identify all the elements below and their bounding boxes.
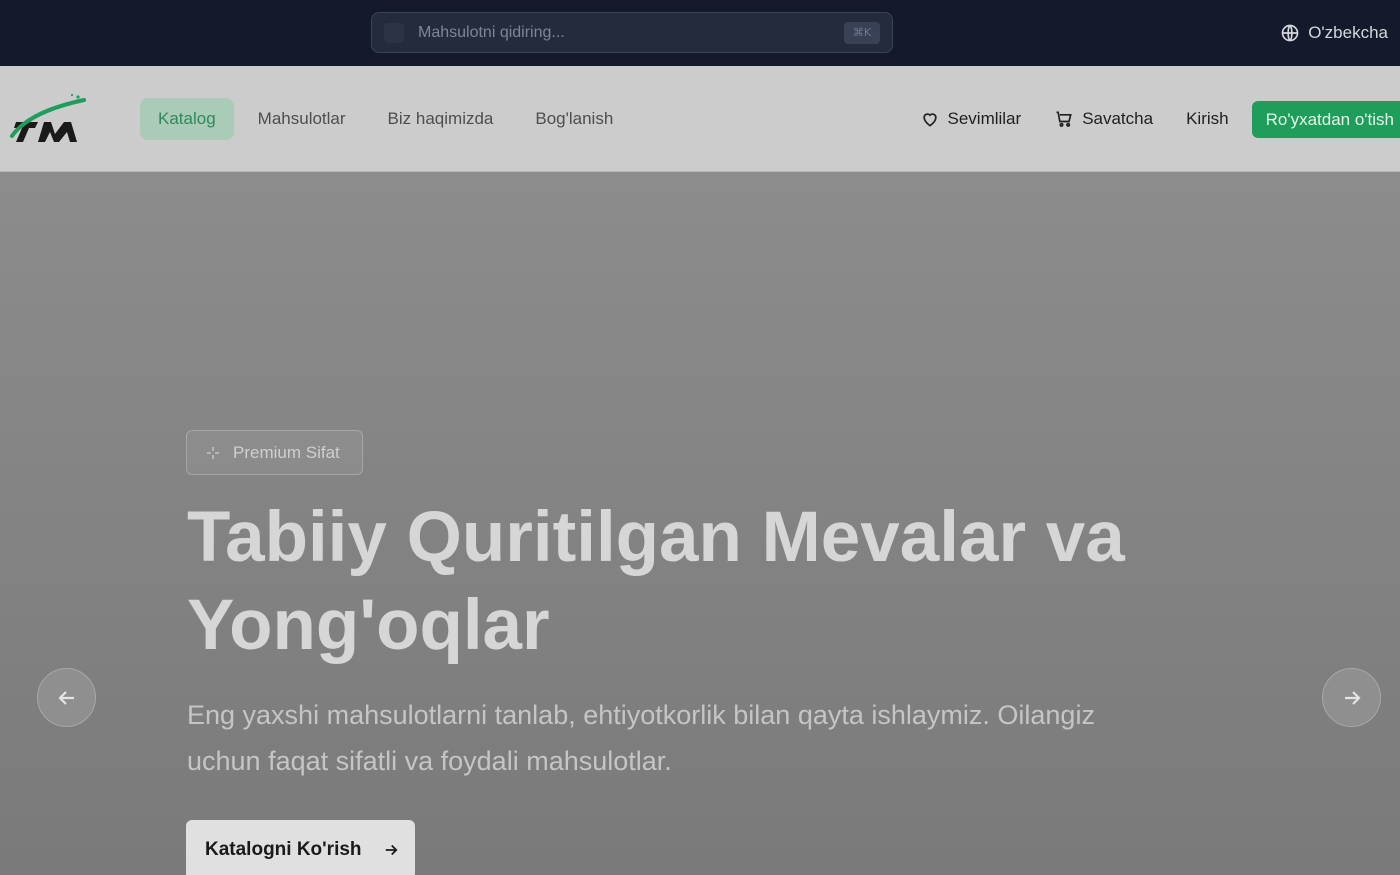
nav-link-katalog[interactable]: Katalog — [140, 98, 234, 140]
carousel-next-button[interactable] — [1322, 668, 1381, 727]
nav-links: Katalog Mahsulotlar Biz haqimizda Bog'la… — [140, 98, 631, 140]
favorites-link[interactable]: Sevimlilar — [920, 98, 1022, 140]
hero-banner: Premium Sifat Tabiiy Quritilgan Mevalar … — [0, 172, 1400, 875]
login-link[interactable]: Kirish — [1186, 98, 1229, 140]
search-shortcut-badge: ⌘K — [844, 22, 880, 44]
cart-label: Savatcha — [1082, 109, 1154, 128]
search-icon — [384, 23, 404, 43]
nav-actions: Sevimlilar Savatcha Kirish Ro'yxatdan o'… — [920, 98, 1400, 140]
globe-icon — [1281, 24, 1299, 42]
nav-link-biz-haqimizda[interactable]: Biz haqimizda — [370, 98, 512, 140]
premium-badge: Premium Sifat — [186, 430, 363, 475]
cart-link[interactable]: Savatcha — [1054, 98, 1153, 140]
language-label: O'zbekcha — [1308, 23, 1388, 42]
arrow-left-icon — [57, 690, 74, 705]
badge-label: Premium Sifat — [233, 442, 340, 462]
search-box[interactable]: ⌘K — [371, 12, 893, 53]
main-navbar: Katalog Mahsulotlar Biz haqimizda Bog'la… — [0, 66, 1400, 172]
cart-icon — [1056, 111, 1072, 127]
register-button[interactable]: Ro'yxatdan o'tish — [1251, 100, 1400, 138]
nav-link-boglanish[interactable]: Bog'lanish — [517, 98, 631, 140]
hero-subtitle: Eng yaxshi mahsulotlarni tanlab, ehtiyot… — [187, 700, 1095, 776]
sparkle-icon — [207, 446, 219, 459]
nav-link-mahsulotlar[interactable]: Mahsulotlar — [240, 98, 364, 140]
hero-title: Tabiiy Quritilgan Mevalar va Yong'oqlar — [187, 498, 1125, 665]
arrow-right-icon — [385, 844, 398, 856]
arrow-right-icon — [1344, 690, 1361, 705]
top-bar: ⌘K O'zbekcha — [0, 0, 1400, 66]
heart-icon — [922, 113, 937, 127]
carousel-prev-button[interactable] — [37, 668, 96, 727]
brand-logo[interactable] — [8, 92, 88, 148]
cta-label: Katalogni Ko'rish — [205, 839, 362, 860]
view-catalog-button[interactable]: Katalogni Ko'rish — [186, 820, 415, 875]
search-input[interactable] — [418, 21, 818, 45]
language-selector[interactable]: O'zbekcha — [1280, 20, 1388, 46]
favorites-label: Sevimlilar — [947, 109, 1022, 128]
